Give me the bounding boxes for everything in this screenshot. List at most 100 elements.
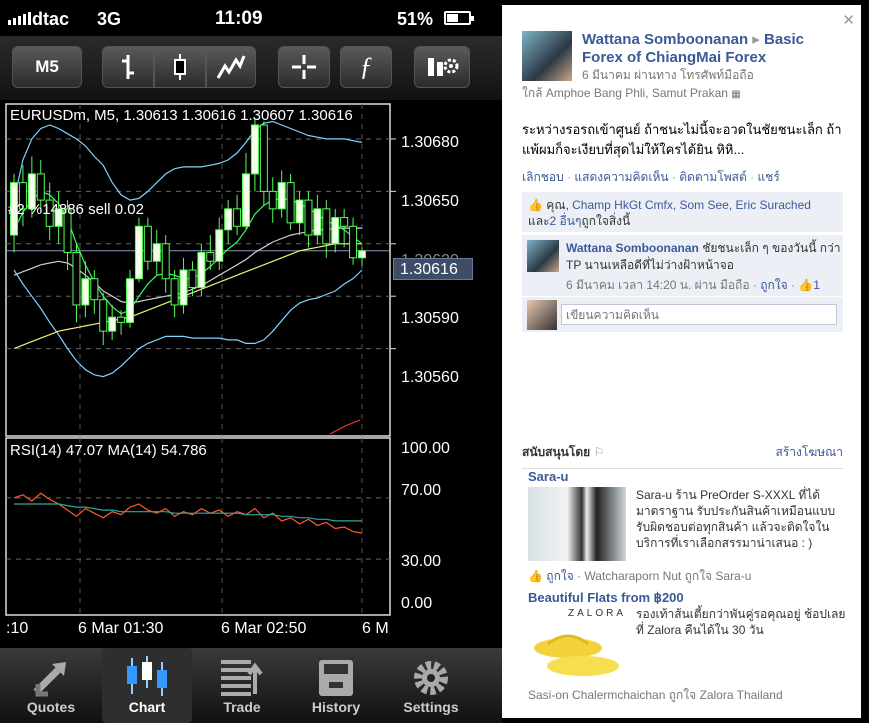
candle-body (126, 278, 134, 323)
commenter-avatar[interactable] (527, 240, 559, 272)
chart-area[interactable]: EURUSDm, M5, 1.30613 1.30616 1.30607 1.3… (0, 100, 502, 648)
comment: Wattana Somboonanan ชัยชนะเล็ก ๆ ของวันน… (522, 234, 843, 296)
candle-body (188, 269, 197, 288)
liker-link[interactable]: Eric Surached (736, 198, 811, 212)
screenshot-root: dtac 3G 11:09 51% M5 ƒ EURUSDm, M5, 1.30… (0, 0, 869, 723)
author-avatar[interactable] (522, 31, 572, 81)
x-tick-label: :10 (6, 620, 29, 637)
comment-time: 6 มีนาคม เวลา 14:20 น. ผ่าน มือถือ · (566, 278, 757, 292)
gear-icon (414, 661, 448, 695)
crosshair-button[interactable] (278, 46, 330, 88)
thumbs-up-icon: 👍 (528, 569, 543, 583)
rsi-tick-label: 30.00 (401, 553, 442, 570)
sponsored-info-icon: ⚐ (593, 445, 605, 459)
candles-icon (127, 656, 167, 696)
candle-body (286, 182, 295, 224)
candle-body (358, 250, 366, 259)
y-tick-label: 1.30560 (401, 369, 459, 386)
tab-quotes[interactable]: Quotes (6, 648, 96, 723)
post-header: Wattana Somboonanan ▸ Basic Forex of Chi… (582, 31, 844, 67)
current-price-tag: 1.30616 (393, 258, 473, 280)
rsi-title: RSI(14) 47.07 MA(14) 54.786 (10, 442, 207, 459)
network-type: 3G (97, 9, 122, 29)
x-tick-label: 6 Mar 01:30 (78, 620, 164, 637)
comment-text-block: Wattana Somboonanan ชัยชนะเล็ก ๆ ของวันน… (566, 240, 841, 274)
chart-title: EURUSDm, M5, 1.30613 1.30616 1.30607 1.3… (10, 107, 353, 124)
comment-like-link[interactable]: ถูกใจ (760, 278, 787, 292)
post-meta: 6 มีนาคม ผ่านทาง โทรศัพท์มือถือ (582, 68, 754, 82)
likes-you: คุณ, (546, 198, 569, 212)
candle-body (108, 316, 117, 332)
rsi-tick-label: 100.00 (401, 440, 450, 457)
trade-list-icon (221, 660, 263, 696)
thumbs-up-icon: 👍 (798, 278, 814, 292)
candle-body (72, 252, 81, 306)
likes-tail: ถูกใจสิ่งนี้ (581, 214, 631, 228)
comment-link[interactable]: แสดงความคิดเห็น (574, 170, 668, 184)
liker-link[interactable]: Champ HkGt Cmfx, (572, 198, 676, 212)
bollinger-lower-line (13, 269, 363, 378)
ad-image-sara[interactable] (528, 487, 626, 561)
signal-icon (8, 11, 31, 25)
post-body: ระหว่างรอรถเข้าศูนย์ ถ้าชนะไม่นี้จะอวดใน… (522, 122, 842, 157)
location-text: ใกล้ Amphoe Bang Phli, Samut Prakan (522, 86, 728, 100)
more-likers-link[interactable]: 2 อื่นๆ (550, 214, 582, 228)
status-bar: dtac 3G 11:09 51% (0, 0, 502, 36)
arrow-right-icon: ▸ (752, 31, 760, 48)
tab-label: History (311, 699, 361, 715)
candle-body (224, 208, 233, 231)
battery-percent: 51% (397, 9, 434, 29)
candle-body (36, 173, 45, 201)
candle-body (81, 278, 90, 306)
ad-title[interactable]: Sara-u (528, 469, 568, 484)
liker-link[interactable]: Som See, (680, 198, 733, 212)
chart-settings-button[interactable] (414, 46, 470, 88)
order-label: #2 %14886 sell 0.02 (8, 201, 144, 218)
x-tick-label: 6 M (362, 620, 389, 637)
candle-body (313, 208, 322, 236)
ad-image-zalora[interactable]: ZALORA (528, 608, 626, 682)
create-ad-link[interactable]: สร้างโฆษณา (776, 443, 844, 462)
comment-input[interactable] (561, 304, 837, 325)
ad-like-link[interactable]: ถูกใจ (546, 569, 573, 583)
candle-body (215, 229, 224, 262)
candle-body (161, 243, 170, 280)
timeframe-button[interactable]: M5 (12, 46, 82, 88)
share-link[interactable]: แชร์ (757, 170, 779, 184)
x-tick-label: 6 Mar 02:50 (221, 620, 307, 637)
author-link[interactable]: Wattana Somboonanan (582, 31, 748, 48)
unlike-link[interactable]: เลิกชอบ (522, 170, 564, 184)
line-chart-button[interactable] (206, 46, 256, 88)
candle-chart-button[interactable] (154, 46, 206, 88)
tab-label: Quotes (26, 699, 76, 715)
tab-trade[interactable]: Trade (197, 648, 287, 723)
y-tick-label: 1.30650 (401, 193, 459, 210)
post-actions: เลิกชอบ · แสดงความคิดเห็น · ติดตามโพสต์ … (522, 170, 780, 184)
rsi-tick-label: 70.00 (401, 482, 442, 499)
candle-body (331, 217, 340, 245)
tab-settings[interactable]: Settings (386, 648, 476, 723)
bar-chart-button[interactable] (102, 46, 154, 88)
candlestick-icon (174, 54, 186, 80)
close-icon[interactable]: ✕ (842, 11, 855, 29)
y-tick-label: 1.30680 (401, 134, 459, 151)
follow-post-link[interactable]: ติดตามโพสต์ (679, 170, 747, 184)
candle-body (340, 217, 349, 227)
tab-bar: Quotes Chart Trade History Settings (0, 648, 502, 723)
indicators-button[interactable]: ƒ (340, 46, 392, 88)
chart-settings-icon (428, 58, 459, 76)
comment-like-count[interactable]: 1 (813, 278, 820, 292)
carrier-name: dtac (32, 9, 70, 29)
map-icon: ▦ (731, 89, 741, 100)
candle-body (90, 278, 99, 301)
battery-icon (444, 11, 474, 25)
candle-body (233, 208, 242, 227)
commenter-name[interactable]: Wattana Somboonanan (566, 241, 699, 255)
tab-history[interactable]: History (291, 648, 381, 723)
candle-body (277, 182, 286, 210)
candle-body (349, 225, 358, 259)
candle-body (170, 278, 179, 306)
candle-body (179, 269, 188, 306)
tab-chart[interactable]: Chart (102, 648, 192, 723)
ad-title[interactable]: Beautiful Flats from ฿200 (528, 590, 684, 606)
